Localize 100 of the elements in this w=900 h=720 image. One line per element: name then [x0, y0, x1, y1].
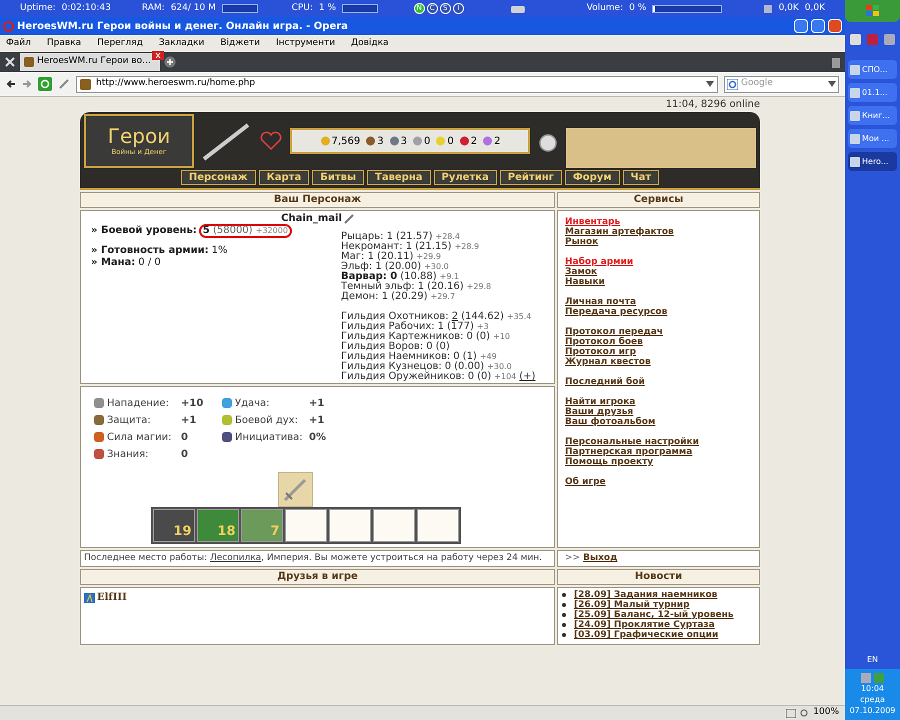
service-link[interactable]: Передача ресурсов: [565, 307, 668, 317]
dropdown-caret-icon[interactable]: [706, 81, 714, 87]
service-link[interactable]: Об игре: [565, 477, 606, 487]
taskbar-button[interactable]: Hero...: [848, 152, 897, 171]
zoom-level[interactable]: 100%: [813, 706, 839, 720]
search-input[interactable]: Google: [741, 77, 825, 91]
menu-item[interactable]: Перегляд: [97, 36, 143, 50]
service-link[interactable]: Инвентарь: [565, 217, 620, 227]
resource-count: 2: [494, 134, 500, 148]
service-link[interactable]: Партнерская программа: [565, 447, 692, 457]
quick-launch-icon[interactable]: [850, 34, 861, 45]
service-link[interactable]: Личная почта: [565, 297, 636, 307]
news-link[interactable]: [24.09] Проклятие Суртаза: [574, 620, 715, 630]
tab-close-icon[interactable]: [152, 51, 164, 60]
guild-label: Гильдия Охотников:: [341, 312, 449, 322]
service-link[interactable]: Протокол игр: [565, 347, 636, 357]
taskbar-button[interactable]: 01.1...: [848, 83, 897, 102]
address-field[interactable]: http://www.heroeswm.ru/home.php: [76, 76, 718, 92]
attribute-label: Инициатива:: [235, 430, 304, 444]
weapon-slot[interactable]: [278, 472, 312, 507]
faction-gain: +9.1: [440, 272, 460, 281]
menu-item[interactable]: Віджети: [220, 36, 260, 50]
cpu-value: 1 %: [318, 2, 336, 15]
guild-score: (177): [447, 322, 474, 332]
nav-button[interactable]: Битвы: [312, 170, 364, 185]
nav-button[interactable]: Рулетка: [434, 170, 497, 185]
faction-gain: +29.7: [430, 292, 456, 302]
menu-item[interactable]: Правка: [46, 36, 82, 50]
service-link[interactable]: Навыки: [565, 277, 605, 287]
search-field[interactable]: Google: [724, 76, 839, 92]
maximize-button[interactable]: [811, 19, 825, 33]
dropdown-caret-icon[interactable]: [828, 81, 836, 87]
language-indicator[interactable]: EN: [866, 654, 878, 666]
service-link[interactable]: Ваш фотоальбом: [565, 417, 656, 427]
service-link[interactable]: Найти игрока: [565, 397, 636, 407]
faction-label: Эльф: 1: [341, 262, 382, 272]
creature-count: 7: [270, 522, 280, 540]
sword-icon: [282, 476, 308, 502]
guild-gain: +3: [476, 322, 489, 331]
coins-icon: [320, 136, 331, 146]
nav-button[interactable]: Чат: [622, 170, 660, 185]
faction-score: (20.29): [391, 292, 428, 302]
service-link[interactable]: Помощь проекту: [565, 457, 654, 467]
news-link[interactable]: [03.09] Графические опции: [574, 630, 718, 640]
friend-name[interactable]: ElfIII: [97, 590, 127, 605]
start-button[interactable]: [845, 0, 900, 22]
creature-portrait[interactable]: 19: [152, 509, 194, 542]
close-button[interactable]: [828, 19, 842, 33]
exit-link[interactable]: Выход: [583, 551, 618, 566]
reload-icon[interactable]: [38, 77, 52, 91]
download-rate: 0,0K: [778, 2, 799, 15]
nav-button[interactable]: Карта: [258, 170, 310, 185]
service-link[interactable]: Замок: [565, 267, 598, 277]
nav-button[interactable]: Таверна: [367, 170, 430, 185]
service-link[interactable]: Журнал квестов: [565, 357, 651, 367]
new-tab-icon[interactable]: [164, 56, 176, 68]
taskbar-button[interactable]: Книг...: [848, 106, 897, 125]
service-link[interactable]: Персональные настройки: [565, 437, 699, 447]
taskbar-button[interactable]: Мои ...: [848, 129, 897, 148]
bullet-icon: [562, 593, 566, 597]
view-icon[interactable]: [786, 708, 796, 718]
bullet-icon: [562, 623, 566, 627]
guild-gain: +10: [493, 332, 510, 342]
news-link[interactable]: [25.09] Баланс, 12-ый уровень: [574, 610, 734, 620]
service-link[interactable]: Магазин артефактов: [565, 227, 674, 237]
forward-arrow-icon[interactable]: [22, 79, 32, 89]
menu-item[interactable]: Довідка: [351, 36, 389, 50]
tools-icon[interactable]: [4, 56, 16, 68]
upload-rate: 0,0K: [804, 2, 825, 15]
service-link[interactable]: Рынок: [565, 237, 598, 247]
service-link[interactable]: Набор армии: [565, 257, 634, 267]
news-link[interactable]: [28.09] Задания наемников: [574, 590, 718, 600]
nav-button[interactable]: Персонаж: [180, 170, 256, 185]
menu-item[interactable]: Закладки: [158, 36, 204, 50]
minimize-button[interactable]: [794, 19, 808, 33]
taskbar-button[interactable]: СПО...: [848, 60, 897, 79]
quick-launch-icon[interactable]: [884, 34, 895, 45]
guild-details-link[interactable]: (+): [519, 372, 536, 382]
guild-level[interactable]: 2: [452, 312, 458, 322]
service-link[interactable]: Последний бой: [565, 377, 645, 387]
guild-label: Гильдия Кузнецов:: [341, 362, 442, 372]
stat-label: » Готовность армии:: [91, 246, 209, 256]
online-status: 11:04, 8296 online: [666, 99, 760, 110]
heart-icon[interactable]: [260, 131, 282, 151]
menu-item[interactable]: Файл: [6, 36, 31, 50]
trash-icon[interactable]: [831, 56, 841, 68]
service-link[interactable]: Ваши друзья: [565, 407, 634, 417]
nav-button[interactable]: Рейтинг: [500, 170, 562, 185]
service-link[interactable]: Протокол боев: [565, 337, 643, 347]
service-link[interactable]: Протокол передач: [565, 327, 663, 337]
nav-button[interactable]: Форум: [564, 170, 620, 185]
pen-icon[interactable]: [58, 78, 70, 90]
character-name[interactable]: Chain_mail: [281, 214, 342, 224]
guild-gain: +49: [480, 352, 497, 361]
resource-count: 2: [470, 134, 478, 148]
news-link[interactable]: [26.09] Малый турнир: [574, 600, 690, 610]
menu-item[interactable]: Інструменти: [276, 36, 336, 50]
workplace-link[interactable]: Лесопилка: [210, 553, 262, 563]
back-arrow-icon[interactable]: [6, 79, 16, 89]
faction-label: Маг: 1: [341, 252, 374, 262]
